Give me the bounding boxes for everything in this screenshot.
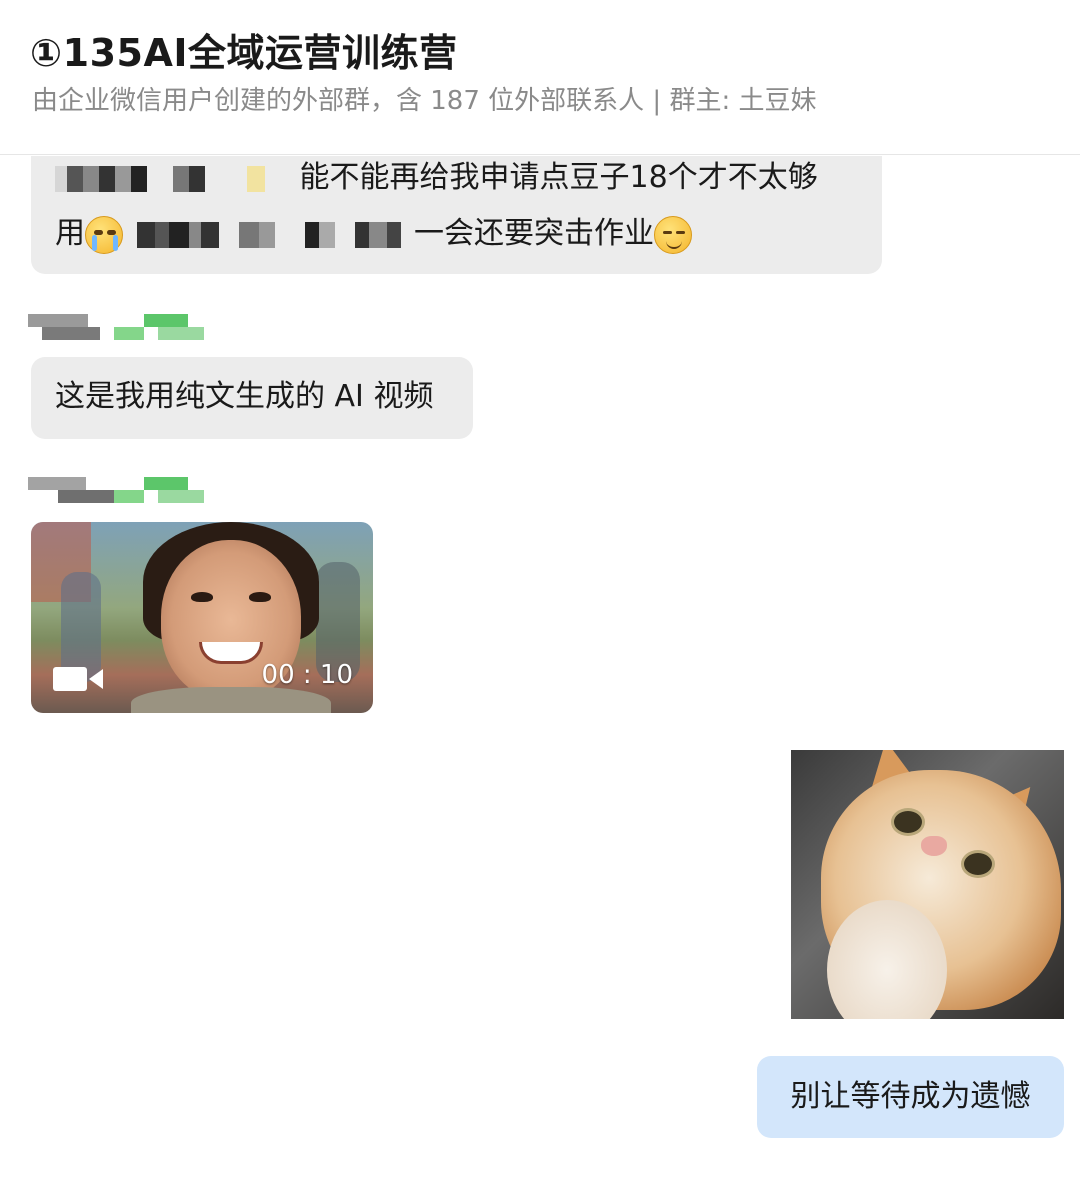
video-message[interactable]: 00 : 10 (31, 522, 373, 713)
message-text: 别让等待成为遗憾 (790, 1079, 1031, 1114)
video-camera-icon (53, 667, 103, 691)
message-bubble[interactable]: 能不能再给我申请点豆子18个才不太够 用 一会还要突击作业 (31, 156, 882, 274)
message-text: 能不能再给我申请点豆子18个才不太够 (299, 160, 818, 195)
message-bubble[interactable]: 这是我用纯文生成的 AI 视频 (31, 357, 473, 439)
group-title: ①135AI全域运营训练营 (30, 31, 458, 75)
message-text: 这是我用纯文生成的 AI 视频 (55, 379, 434, 414)
message-text: 一会还要突击作业 (414, 216, 654, 251)
video-duration: 00 : 10 (261, 660, 353, 690)
crying-face-emoji-icon (85, 215, 123, 254)
message-line: 能不能再给我申请点豆子18个才不太够 (55, 156, 858, 206)
smirking-face-emoji-icon (654, 215, 692, 254)
cat-sticker-image[interactable] (791, 750, 1064, 1019)
message-line: 用 一会还要突击作业 (55, 206, 858, 262)
my-message-bubble[interactable]: 别让等待成为遗憾 (757, 1056, 1064, 1138)
chat-area[interactable]: 能不能再给我申请点豆子18个才不太够 用 一会还要突击作业 这是我用纯文生成的 A… (0, 156, 1080, 1188)
group-subtitle: 由企业微信用户创建的外部群，含 187 位外部联系人 | 群主: 土豆妹 (32, 86, 817, 116)
sender-name-pixelated (28, 314, 204, 340)
sender-name-pixelated (28, 477, 204, 503)
message-text: 用 (55, 216, 85, 251)
pixelated-text (129, 221, 414, 248)
pixelated-text (55, 165, 290, 192)
chat-header: ①135AI全域运营训练营 由企业微信用户创建的外部群，含 187 位外部联系人… (0, 0, 1080, 155)
